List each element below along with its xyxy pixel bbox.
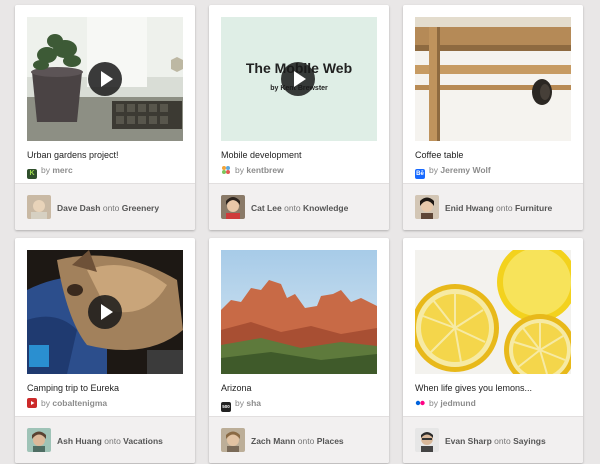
pin-title[interactable]: Urban gardens project!	[27, 150, 119, 160]
board-name[interactable]: Places	[317, 436, 344, 446]
k-source-icon: K	[27, 169, 37, 179]
pin-title[interactable]: Arizona	[221, 383, 252, 393]
source-username[interactable]: merc	[52, 165, 72, 175]
source-username[interactable]: kentbrew	[246, 165, 283, 175]
pin-image[interactable]	[27, 250, 183, 374]
pin-footer: Enid Hwang onto Furniture	[403, 183, 583, 230]
play-icon[interactable]	[88, 62, 122, 96]
pin-title[interactable]: Mobile development	[221, 150, 302, 160]
by-label: by	[41, 165, 50, 175]
pinner-line: Ash Huang onto Vacations	[57, 436, 163, 446]
by-label: by	[235, 398, 244, 408]
pin-title[interactable]: When life gives you lemons...	[415, 383, 532, 393]
pinner-line: Dave Dash onto Greenery	[57, 203, 159, 213]
pin-footer: Ash Huang onto Vacations	[15, 416, 195, 463]
pin-image[interactable]	[27, 17, 183, 141]
board-name[interactable]: Vacations	[123, 436, 163, 446]
pin-attribution: Kby merc	[27, 165, 73, 179]
avatar[interactable]	[415, 428, 439, 452]
pin-footer: Zach Mann onto Places	[209, 416, 389, 463]
source-username[interactable]: sha	[246, 398, 261, 408]
pinner-line: Enid Hwang onto Furniture	[445, 203, 552, 213]
pin-image[interactable]: The Mobile Web by Kent Brewster	[221, 17, 377, 141]
pin-attribution: by cobaltenigma	[27, 398, 107, 408]
pin-card[interactable]: Camping trip to Eureka by cobaltenigma A…	[15, 238, 195, 463]
pin-card[interactable]: When life gives you lemons... by jedmund…	[403, 238, 583, 463]
onto-label: onto	[496, 203, 513, 213]
pinner-line: Evan Sharp onto Sayings	[445, 436, 546, 446]
pin-attribution: 500 by sha	[221, 398, 261, 412]
by-label: by	[235, 165, 244, 175]
pin-image[interactable]	[415, 17, 571, 141]
pinner-line: Zach Mann onto Places	[251, 436, 344, 446]
onto-label: onto	[494, 436, 511, 446]
pin-card[interactable]: Urban gardens project! Kby merc Dave Das…	[15, 5, 195, 230]
source-username[interactable]: cobaltenigma	[52, 398, 107, 408]
youtube-source-icon	[27, 398, 37, 408]
pinner-line: Cat Lee onto Knowledge	[251, 203, 348, 213]
pin-card[interactable]: Coffee table Bē by Jeremy Wolf Enid Hwang…	[403, 5, 583, 230]
500px-source-icon: 500	[221, 402, 231, 412]
source-username[interactable]: jedmund	[440, 398, 475, 408]
pin-attribution: Bē by Jeremy Wolf	[415, 165, 491, 179]
board-name[interactable]: Sayings	[513, 436, 546, 446]
board-name[interactable]: Greenery	[122, 203, 159, 213]
avatar[interactable]	[27, 195, 51, 219]
play-icon[interactable]	[88, 295, 122, 329]
pin-footer: Dave Dash onto Greenery	[15, 183, 195, 230]
onto-label: onto	[104, 436, 121, 446]
pinner-name[interactable]: Enid Hwang	[445, 203, 494, 213]
pinner-name[interactable]: Zach Mann	[251, 436, 295, 446]
behance-source-icon: Bē	[415, 169, 425, 179]
board-name[interactable]: Furniture	[515, 203, 552, 213]
onto-label: onto	[297, 436, 315, 446]
pinner-name[interactable]: Dave Dash	[57, 203, 100, 213]
pin-attribution: by jedmund	[415, 398, 476, 408]
pinner-name[interactable]: Cat Lee	[251, 203, 282, 213]
pin-card[interactable]: Arizona 500 by sha Zach Mann onto Places	[209, 238, 389, 463]
pinner-name[interactable]: Ash Huang	[57, 436, 102, 446]
pin-image[interactable]	[415, 250, 571, 374]
slides-source-icon	[221, 165, 231, 175]
pin-attribution: by kentbrew	[221, 165, 284, 175]
pinner-name[interactable]: Evan Sharp	[445, 436, 492, 446]
pin-title[interactable]: Camping trip to Eureka	[27, 383, 119, 393]
by-label: by	[429, 165, 438, 175]
pin-footer: Cat Lee onto Knowledge	[209, 183, 389, 230]
flickr-source-icon	[415, 398, 425, 408]
play-icon[interactable]	[281, 62, 315, 96]
onto-label: onto	[102, 203, 120, 213]
board-name[interactable]: Knowledge	[303, 203, 348, 213]
pin-image[interactable]	[221, 250, 377, 374]
avatar[interactable]	[415, 195, 439, 219]
pin-footer: Evan Sharp onto Sayings	[403, 416, 583, 463]
by-label: by	[41, 398, 50, 408]
by-label: by	[429, 398, 438, 408]
onto-label: onto	[284, 203, 301, 213]
source-username[interactable]: Jeremy Wolf	[440, 165, 490, 175]
avatar[interactable]	[27, 428, 51, 452]
pin-card[interactable]: The Mobile Web by Kent Brewster Mobile d…	[209, 5, 389, 230]
pin-title[interactable]: Coffee table	[415, 150, 463, 160]
avatar[interactable]	[221, 195, 245, 219]
avatar[interactable]	[221, 428, 245, 452]
